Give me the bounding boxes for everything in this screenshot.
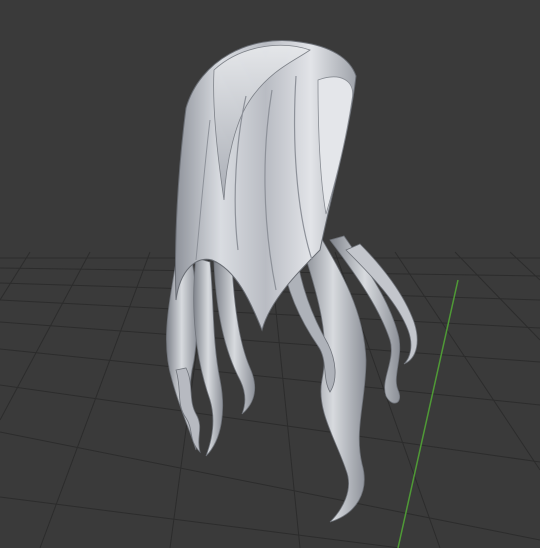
viewport-canvas[interactable]: [0, 0, 540, 548]
hair-mesh[interactable]: [166, 40, 418, 523]
3d-viewport[interactable]: [0, 0, 540, 548]
